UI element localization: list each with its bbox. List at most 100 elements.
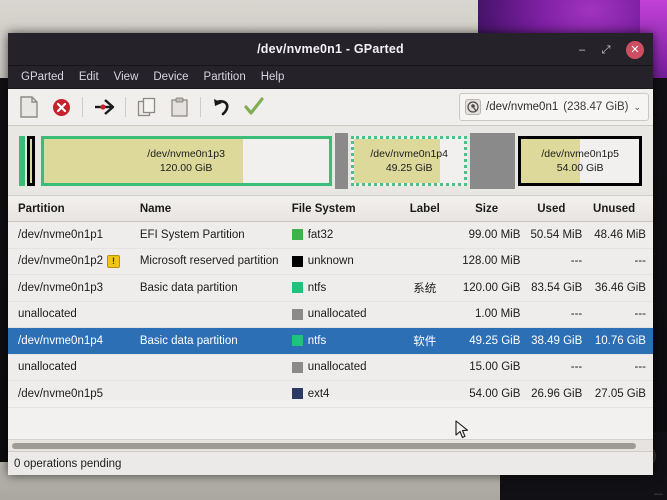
cell-size: 49.25 GiB	[469, 334, 521, 347]
cell-label: 软件	[413, 335, 437, 348]
undo-icon[interactable]	[207, 93, 237, 121]
disk-icon	[465, 99, 481, 115]
table-row[interactable]: /dev/nvme0n1p1 EFI System Partition fat32 9…	[8, 222, 653, 249]
toolbar-separator-3	[200, 97, 201, 117]
filesystem-color-swatch	[291, 335, 303, 347]
photo-watermark: photo	[654, 492, 663, 496]
cell-used: 83.54 GiB	[531, 281, 583, 294]
filesystem-name: ntfs	[307, 281, 327, 294]
apply-icon[interactable]	[239, 93, 269, 121]
filesystem-name: unallocated	[307, 361, 367, 374]
graphic-partition-3[interactable]: /dev/nvme0n1p3 120.00 GiB	[38, 133, 335, 189]
cell-filesystem: unknown	[291, 255, 397, 267]
cell-used: ---	[570, 361, 583, 374]
cell-filesystem: ntfs	[291, 281, 397, 294]
column-header-unused[interactable]: Unused	[582, 203, 646, 215]
table-row[interactable]: /dev/nvme0n1p4 Basic data partition ntfs 软件…	[8, 328, 653, 355]
cell-used: 50.54 MiB	[530, 228, 583, 241]
column-header-used[interactable]: Used	[520, 203, 582, 215]
delete-partition-icon[interactable]	[46, 93, 76, 121]
cell-name: Basic data partition	[139, 334, 238, 347]
new-partition-icon[interactable]	[14, 93, 44, 121]
resize-move-icon[interactable]	[89, 93, 119, 121]
graphic-partition-4-name: /dev/nvme0n1p4	[370, 147, 448, 160]
partition-path: unallocated	[18, 361, 77, 374]
menu-device[interactable]: Device	[146, 69, 195, 85]
menu-view[interactable]: View	[107, 69, 146, 85]
graphic-partition-1[interactable]	[16, 133, 25, 189]
menu-help[interactable]: Help	[254, 69, 292, 85]
partition-path: unallocated	[18, 308, 77, 321]
graphic-unallocated-2[interactable]	[470, 133, 516, 189]
filesystem-color-swatch	[291, 308, 303, 320]
device-size: (238.47 GiB)	[563, 101, 629, 113]
column-header-label[interactable]: Label	[397, 203, 453, 215]
filesystem-name: ext4	[307, 387, 330, 400]
cell-partition: /dev/nvme0n1p4	[8, 335, 140, 347]
copy-icon[interactable]	[132, 93, 162, 121]
cell-partition: /dev/nvme0n1p3	[8, 282, 140, 294]
partition-path: /dev/nvme0n1p4	[18, 334, 104, 347]
table-row[interactable]: /dev/nvme0n1p5 ext4 54.00 GiB 26.96 GiB 27.0…	[8, 381, 653, 408]
partition-path: /dev/nvme0n1p1	[18, 228, 104, 241]
cell-flags: n	[646, 255, 653, 267]
chevron-down-icon[interactable]: ⌄	[633, 102, 641, 113]
graphic-partition-4[interactable]: /dev/nvme0n1p4 49.25 GiB	[348, 133, 470, 189]
table-body: /dev/nvme0n1p1 EFI System Partition fat32 9…	[8, 222, 653, 408]
graphic-partition-2[interactable]	[24, 133, 38, 189]
menu-gparted[interactable]: GParted	[14, 69, 71, 85]
cell-filesystem: ntfs	[291, 335, 397, 347]
cell-label: 系统	[413, 282, 437, 295]
scrollbar-thumb[interactable]	[12, 443, 636, 449]
gparted-window: /dev/nvme0n1 - GParted – ⤢ ✕ GParted Edi…	[8, 33, 653, 475]
close-button[interactable]: ✕	[626, 41, 644, 59]
cell-flags: n	[646, 282, 653, 294]
table-header-row: Partition Name File System Label Size Us…	[8, 196, 653, 222]
column-header-filesystem[interactable]: File System	[292, 203, 397, 215]
menu-partition[interactable]: Partition	[197, 69, 253, 85]
partition-table: Partition Name File System Label Size Us…	[8, 196, 653, 408]
cell-filesystem: fat32	[291, 229, 397, 241]
minimize-button[interactable]: –	[573, 41, 591, 59]
partition-path: /dev/nvme0n1p5	[18, 387, 104, 400]
paste-icon[interactable]	[164, 93, 194, 121]
cell-flags: b	[646, 229, 653, 241]
cell-partition: /dev/nvme0n1p5	[8, 388, 140, 400]
cell-unused: ---	[634, 308, 646, 321]
graphic-partition-5[interactable]: /dev/nvme0n1p5 54.00 GiB	[515, 133, 645, 189]
cell-partition: /dev/nvme0n1p1	[8, 229, 140, 241]
menu-bar: GParted Edit View Device Partition Help	[8, 66, 653, 89]
toolbar: /dev/nvme0n1 (238.47 GiB) ⌄	[8, 89, 653, 126]
graphic-unallocated-1[interactable]	[334, 133, 349, 189]
cell-used: ---	[570, 308, 583, 321]
graphic-partition-3-name: /dev/nvme0n1p3	[147, 147, 225, 160]
menu-edit[interactable]: Edit	[72, 69, 106, 85]
cell-filesystem: ext4	[291, 387, 397, 400]
cell-name: EFI System Partition	[139, 228, 245, 241]
cell-size: 1.00 MiB	[475, 308, 521, 321]
horizontal-scrollbar[interactable]	[8, 439, 653, 451]
cell-unused: ---	[634, 361, 646, 374]
window-title: /dev/nvme0n1 - GParted	[257, 42, 404, 56]
table-row[interactable]: /dev/nvme0n1p2! Microsoft reserved partit…	[8, 249, 653, 275]
warning-icon[interactable]: !	[107, 254, 121, 268]
cell-used: 38.49 GiB	[531, 334, 583, 347]
column-header-partition[interactable]: Partition	[8, 203, 140, 215]
table-row[interactable]: /dev/nvme0n1p3 Basic data partition ntfs 系统…	[8, 275, 653, 302]
title-bar: /dev/nvme0n1 - GParted – ⤢ ✕	[8, 33, 653, 66]
maximize-button[interactable]: ⤢	[597, 41, 615, 59]
status-bar: 0 operations pending	[8, 451, 653, 475]
column-header-name[interactable]: Name	[140, 203, 292, 215]
partition-path: /dev/nvme0n1p2	[18, 255, 104, 268]
device-selector[interactable]: /dev/nvme0n1 (238.47 GiB) ⌄	[459, 93, 649, 121]
filesystem-name: unallocated	[307, 308, 367, 321]
cell-partition: unallocated	[8, 361, 140, 373]
table-row[interactable]: unallocated unallocated 1.00 MiB --- ---	[8, 302, 653, 328]
cell-filesystem: unallocated	[291, 361, 397, 374]
graphic-partition-3-size: 120.00 GiB	[159, 162, 213, 174]
operations-pending-text: 0 operations pending	[14, 457, 122, 470]
cell-size: 54.00 GiB	[469, 387, 521, 400]
column-header-size[interactable]: Size	[453, 203, 520, 215]
table-row[interactable]: unallocated unallocated 15.00 GiB --- ---	[8, 355, 653, 381]
mouse-cursor	[455, 420, 469, 440]
